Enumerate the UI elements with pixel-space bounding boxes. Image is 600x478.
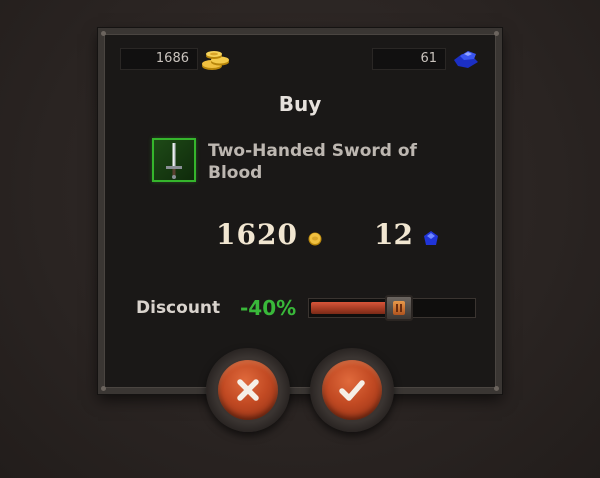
- gem-balance: 61: [372, 48, 446, 70]
- checkmark-icon: [339, 380, 365, 401]
- cancel-button[interactable]: [206, 348, 290, 432]
- cancel-button-face: [218, 360, 278, 420]
- confirm-button[interactable]: [310, 348, 394, 432]
- dialog-title: Buy: [278, 92, 322, 116]
- item-slot[interactable]: [152, 138, 196, 182]
- confirm-button-face: [322, 360, 382, 420]
- discount-slider[interactable]: [308, 295, 476, 321]
- gold-balance: 1686: [120, 48, 198, 70]
- gold-coin-icon: [308, 232, 322, 246]
- discount-label: Discount: [136, 298, 221, 318]
- frame-rivet: [494, 31, 499, 36]
- close-x-icon: [237, 379, 259, 401]
- two-handed-sword-icon: [166, 143, 182, 179]
- frame-rivet: [101, 386, 106, 391]
- frame-rivet: [494, 386, 499, 391]
- blue-gems-icon: [454, 51, 478, 68]
- slider-grip-icon: [393, 301, 405, 315]
- game-screen: 1686 61 Buy Two-Handed Sword of Blood 16…: [0, 0, 600, 478]
- discount-slider-handle[interactable]: [385, 295, 413, 321]
- discount-slider-fill: [311, 302, 389, 314]
- price-gems: 12: [374, 218, 413, 251]
- blue-gem-icon: [424, 231, 438, 245]
- frame-rivet: [101, 31, 106, 36]
- price-gold: 1620: [216, 218, 298, 251]
- item-name: Two-Handed Sword of Blood: [208, 141, 417, 183]
- buy-dialog: 1686 61 Buy Two-Handed Sword of Blood 16…: [98, 28, 502, 394]
- discount-value: -40%: [240, 296, 297, 320]
- gold-coins-icon: [202, 51, 229, 70]
